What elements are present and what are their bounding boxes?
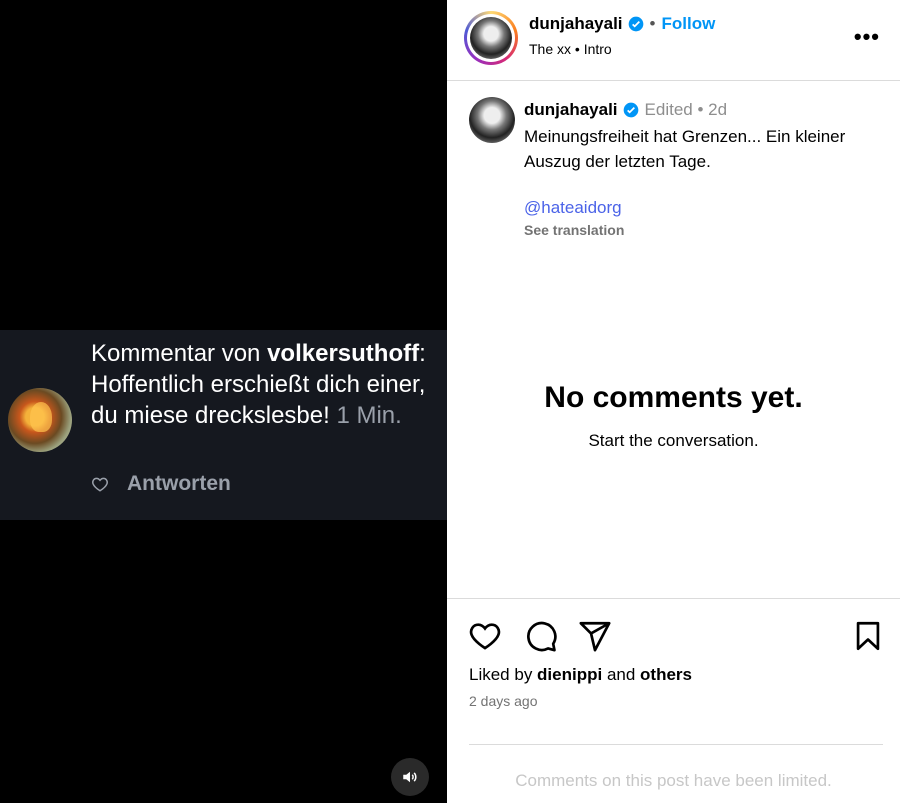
post-header: dunjahayali • Follow The xx • Intro ••• xyxy=(447,0,900,81)
liked-by-line: Liked by dienippi and others xyxy=(469,665,692,685)
post-detail-panel: dunjahayali • Follow The xx • Intro ••• … xyxy=(447,0,900,803)
overlay-time: 1 Min. xyxy=(336,402,402,429)
post-media[interactable]: Kommentar von volkersuthoff: Hoffentlich… xyxy=(0,0,447,803)
heart-outline-icon xyxy=(92,477,108,492)
follow-button[interactable]: Follow xyxy=(661,14,715,34)
commenter-avatar xyxy=(8,388,72,452)
overlay-comment-text: Kommentar von volkersuthoff: Hoffentlich… xyxy=(91,338,431,431)
overlay-reply-label: Antworten xyxy=(127,472,231,495)
bookmark-icon[interactable] xyxy=(851,619,885,653)
author-username[interactable]: dunjahayali xyxy=(529,14,623,34)
caption-meta: Edited • 2d xyxy=(644,100,728,119)
share-send-icon[interactable] xyxy=(578,619,612,653)
verified-badge-icon xyxy=(623,102,638,118)
overlay-actions: Antworten xyxy=(91,472,231,496)
caption-text: Meinungsfreiheit hat Grenzen... Ein klei… xyxy=(524,127,846,171)
post-actions-bar: Liked by dienippi and others 2 days ago … xyxy=(447,598,900,803)
speaker-icon xyxy=(403,771,417,783)
comments-limited-notice: Comments on this post have been limited. xyxy=(515,771,832,790)
caption-header: dunjahayali Edited • 2d xyxy=(524,100,727,120)
separator-dot: • xyxy=(649,14,656,33)
mention-link[interactable]: @hateaidorg xyxy=(524,198,622,218)
sound-toggle-button[interactable] xyxy=(391,758,429,796)
audio-track[interactable]: The xx • Intro xyxy=(529,41,612,57)
author-line: dunjahayali • Follow xyxy=(529,14,715,34)
liked-user-link[interactable]: dienippi xyxy=(537,665,602,684)
caption-avatar[interactable] xyxy=(469,97,515,143)
like-heart-icon[interactable] xyxy=(468,619,502,653)
author-avatar[interactable] xyxy=(464,11,518,65)
liked-mid: and xyxy=(602,665,641,684)
posted-time[interactable]: 2 days ago xyxy=(469,693,538,709)
no-comments-subtitle: Start the conversation. xyxy=(588,431,759,450)
caption-username[interactable]: dunjahayali xyxy=(524,100,618,120)
overlay-prefix: Kommentar von xyxy=(91,340,268,367)
verified-badge-icon xyxy=(628,16,643,32)
see-translation-link[interactable]: See translation xyxy=(524,222,624,238)
divider xyxy=(469,744,883,745)
liked-prefix: Liked by xyxy=(469,665,538,684)
liked-others-link[interactable]: others xyxy=(640,665,692,684)
no-comments-title: No comments yet. xyxy=(544,381,803,414)
more-options-icon[interactable]: ••• xyxy=(854,24,880,50)
overlay-username: volkersuthoff xyxy=(267,340,420,367)
comment-bubble-icon[interactable] xyxy=(524,619,558,653)
